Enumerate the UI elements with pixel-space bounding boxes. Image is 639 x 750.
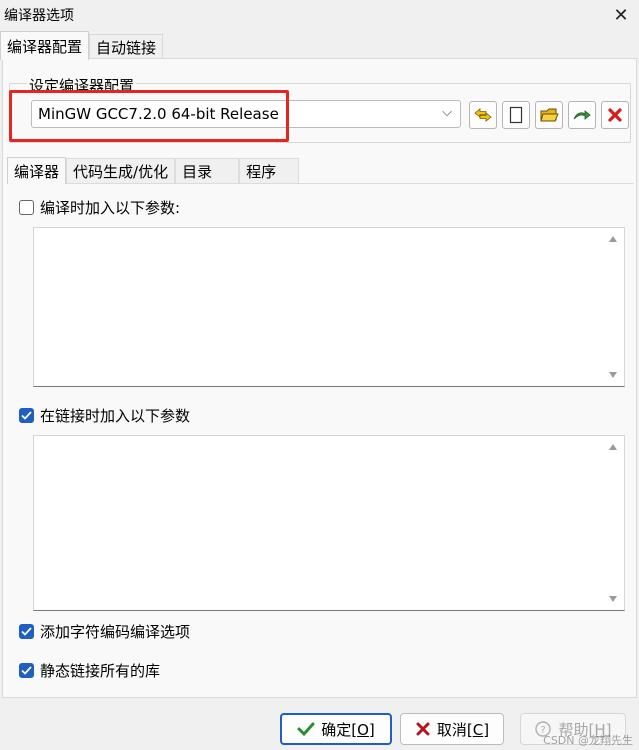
scroll-down-icon[interactable] [608, 370, 618, 380]
close-button[interactable]: ✕ [609, 3, 633, 27]
checkmark-icon [21, 411, 32, 420]
top-tab-bar: 编译器配置 自动链接 [0, 31, 164, 60]
ok-shortcut: O [357, 720, 369, 739]
chevron-down-icon: ⌵ [442, 105, 452, 120]
swap-profile-button[interactable] [469, 101, 497, 129]
tab-compiler-config[interactable]: 编译器配置 [0, 31, 90, 60]
cancel-button[interactable]: 取消[C] [400, 713, 504, 745]
close-icon: ✕ [613, 4, 629, 26]
ok-label: 确定 [321, 720, 352, 739]
tab-auto-link[interactable]: 自动链接 [89, 34, 164, 59]
inner-tab-bar: 编译器 代码生成/优化 目录 程序 [7, 157, 300, 184]
watermark: CSDN @龙翔先生 [543, 734, 633, 747]
cancel-label: 取消 [436, 720, 467, 739]
cancel-shortcut: C [472, 720, 484, 739]
tab-label: 自动链接 [96, 38, 157, 57]
link-args-label: 在链接时加入以下参数 [40, 407, 191, 425]
charset-checkbox[interactable] [19, 624, 34, 639]
charset-label: 添加字符编码编译选项 [40, 623, 191, 641]
ok-button[interactable]: 确定[O] [280, 713, 392, 745]
compile-args-checkbox[interactable] [19, 200, 34, 215]
checkmark-icon [297, 722, 315, 737]
compiler-config-panel: 设定编译器配置 MinGW GCC7.2.0 64-bit Release ⌵ [2, 58, 637, 698]
charset-row: 添加字符编码编译选项 [19, 621, 190, 642]
compile-args-textarea[interactable] [33, 227, 625, 387]
link-args-row: 在链接时加入以下参数 [19, 405, 190, 426]
tab-label: 程序 [246, 162, 277, 181]
folder-open-icon [540, 108, 559, 122]
link-args-checkbox[interactable] [19, 408, 34, 423]
static-link-checkbox[interactable] [19, 663, 34, 678]
tab-codegen[interactable]: 代码生成/优化 [66, 158, 176, 183]
compile-args-row: 编译时加入以下参数: [19, 197, 180, 218]
rename-profile-button[interactable] [568, 101, 596, 129]
link-args-textarea[interactable] [33, 435, 625, 611]
tab-label: 编译器配置 [7, 37, 83, 56]
compiler-options-dialog: 编译器选项 ✕ 编译器配置 自动链接 设定编译器配置 MinGW GCC7.2.… [0, 0, 639, 750]
tab-compiler[interactable]: 编译器 [7, 157, 67, 184]
tab-label: 目录 [182, 162, 213, 181]
delete-profile-button[interactable] [601, 101, 629, 129]
open-profile-button[interactable] [535, 101, 563, 129]
window-title: 编译器选项 [4, 8, 74, 24]
new-profile-icon [509, 106, 523, 124]
tab-programs[interactable]: 程序 [239, 158, 300, 183]
title-bar: 编译器选项 ✕ [0, 0, 639, 30]
highlight-box [9, 90, 289, 142]
scroll-up-icon[interactable] [608, 234, 618, 244]
static-link-label: 静态链接所有的库 [40, 662, 161, 680]
scroll-down-icon[interactable] [608, 594, 618, 604]
tab-label: 代码生成/优化 [73, 162, 169, 181]
compile-args-label: 编译时加入以下参数: [40, 199, 181, 217]
static-link-row: 静态链接所有的库 [19, 660, 160, 681]
tab-directories[interactable]: 目录 [175, 158, 240, 183]
delete-icon [608, 108, 622, 122]
rename-icon [573, 110, 591, 120]
scroll-up-icon[interactable] [608, 442, 618, 452]
close-icon [416, 722, 430, 736]
checkmark-icon [21, 666, 32, 675]
new-profile-button[interactable] [502, 101, 530, 129]
tab-label: 编译器 [14, 162, 60, 181]
checkmark-icon [21, 627, 32, 636]
swap-icon [474, 108, 492, 122]
